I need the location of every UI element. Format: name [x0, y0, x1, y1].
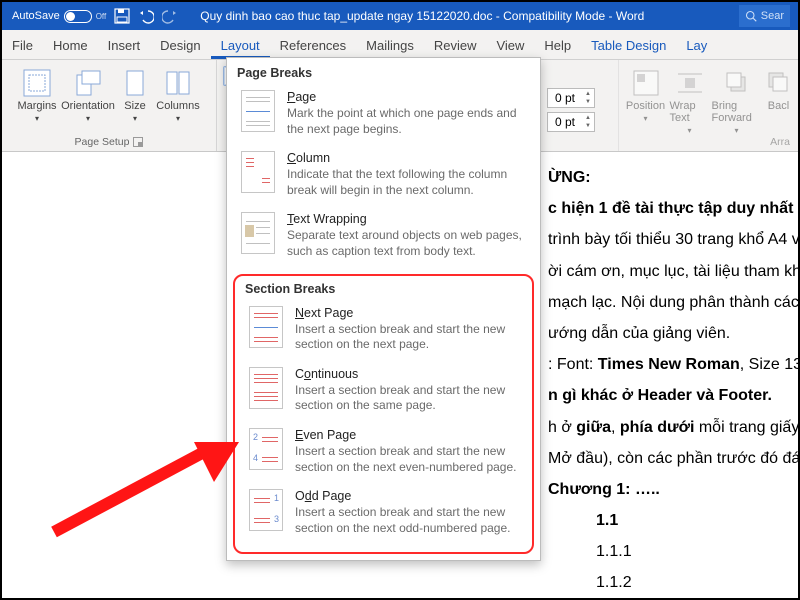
- tab-review[interactable]: Review: [424, 32, 487, 59]
- break-even-page[interactable]: 2 4 Even Page Insert a section break and…: [235, 424, 532, 485]
- tab-design[interactable]: Design: [150, 32, 210, 59]
- group-arrange: Arra: [770, 136, 792, 149]
- doc-line: 1.1.1: [548, 536, 792, 567]
- stepper-arrows-icon[interactable]: ▲▼: [582, 90, 594, 106]
- tab-mailings[interactable]: Mailings: [356, 32, 424, 59]
- doc-line: 1.1: [548, 505, 792, 536]
- doc-line: trình bày tối thiểu 30 trang khổ A4 và: [548, 224, 792, 255]
- page-setup-launcher-icon[interactable]: [133, 137, 143, 147]
- doc-line: n gì khác ở Header và Footer.: [548, 380, 792, 411]
- search-placeholder: Sear: [761, 10, 784, 22]
- bring-forward-button[interactable]: Bring Forward▾: [712, 64, 762, 135]
- tab-file[interactable]: File: [2, 32, 43, 59]
- autosave-label: AutoSave: [12, 10, 60, 22]
- break-next-page[interactable]: Next Page Insert a section break and sta…: [235, 302, 532, 363]
- autosave-state: Off: [96, 12, 107, 21]
- tab-help[interactable]: Help: [534, 32, 581, 59]
- doc-line: Chương 1: …..: [548, 474, 792, 505]
- doc-line: h ở giữa, phía dưới mỗi trang giấy.: [548, 412, 792, 443]
- page-breaks-heading: Page Breaks: [227, 58, 540, 86]
- doc-line: ướng dẫn của giảng viên.: [548, 318, 792, 349]
- bring-forward-icon: [722, 68, 752, 98]
- group-page-setup: Page Setup: [75, 136, 144, 149]
- doc-line: ỪNG:: [548, 162, 792, 193]
- title-bar: AutoSave Off Quy dinh bao cao thuc tap_u…: [2, 2, 798, 30]
- break-page[interactable]: Page Mark the point at which one page en…: [227, 86, 540, 147]
- break-odd-page[interactable]: 1 3 Odd Page Insert a section break and …: [235, 485, 532, 546]
- break-text-wrapping[interactable]: Text Wrapping Separate text around objec…: [227, 208, 540, 269]
- continuous-break-icon: [249, 367, 283, 409]
- search-box[interactable]: Sear: [739, 5, 790, 27]
- autosave-toggle[interactable]: AutoSave Off: [12, 10, 106, 23]
- doc-line: c hiện 1 đề tài thực tập duy nhất: [548, 193, 792, 224]
- next-page-break-icon: [249, 306, 283, 348]
- document-body[interactable]: ỪNG: c hiện 1 đề tài thực tập duy nhất t…: [542, 152, 798, 598]
- doc-line: ời cám ơn, mục lục, tài liệu tham khả: [548, 256, 792, 287]
- tab-references[interactable]: References: [270, 32, 356, 59]
- margins-button[interactable]: Margins▾: [16, 64, 58, 123]
- orientation-button[interactable]: Orientation▾: [60, 64, 116, 123]
- odd-page-break-icon: 1 3: [249, 489, 283, 531]
- column-break-icon: [241, 151, 275, 193]
- send-backward-icon: [764, 68, 794, 98]
- spacing-before-input[interactable]: ▲▼: [547, 88, 595, 108]
- doc-line: 1.1.2: [548, 567, 792, 598]
- position-icon: [631, 68, 661, 98]
- page-break-icon: [241, 90, 275, 132]
- wrap-text-icon: [675, 68, 705, 98]
- tab-layout[interactable]: Layout: [211, 32, 270, 59]
- tab-table-layout[interactable]: Lay: [676, 32, 717, 59]
- orientation-icon: [73, 68, 103, 98]
- size-icon: [120, 68, 150, 98]
- doc-line: : Font: Times New Roman, Size 13,: [548, 349, 792, 380]
- size-button[interactable]: Size▾: [118, 64, 152, 123]
- position-button[interactable]: Position▾: [624, 64, 668, 135]
- ribbon-tabs: File Home Insert Design Layout Reference…: [2, 30, 798, 60]
- doc-line: Mở đầu), còn các phần trước đó đánh s: [548, 443, 792, 474]
- spacing-after-input[interactable]: ▲▼: [547, 112, 595, 132]
- margins-icon: [22, 68, 52, 98]
- break-continuous[interactable]: Continuous Insert a section break and st…: [235, 363, 532, 424]
- search-icon: [745, 10, 757, 22]
- save-icon[interactable]: [114, 8, 130, 24]
- stepper-arrows-icon[interactable]: ▲▼: [582, 114, 594, 130]
- document-title: Quy dinh bao cao thuc tap_update ngay 15…: [200, 9, 644, 23]
- redo-icon[interactable]: [162, 8, 178, 24]
- breaks-dropdown: Page Breaks Page Mark the point at which…: [226, 57, 541, 561]
- columns-button[interactable]: Columns▾: [154, 64, 202, 123]
- tab-home[interactable]: Home: [43, 32, 98, 59]
- section-breaks-highlight: Section Breaks Next Page Insert a sectio…: [233, 274, 534, 555]
- text-wrap-break-icon: [241, 212, 275, 254]
- columns-icon: [163, 68, 193, 98]
- tab-table-design[interactable]: Table Design: [581, 32, 676, 59]
- wrap-text-button[interactable]: Wrap Text▾: [670, 64, 710, 135]
- annotation-arrow-icon: [44, 422, 244, 542]
- toggle-off-icon: [64, 10, 92, 23]
- send-backward-button[interactable]: Bacl: [764, 64, 794, 135]
- even-page-break-icon: 2 4: [249, 428, 283, 470]
- tab-insert[interactable]: Insert: [98, 32, 151, 59]
- break-column[interactable]: Column Indicate that the text following …: [227, 147, 540, 208]
- tab-view[interactable]: View: [486, 32, 534, 59]
- undo-icon[interactable]: [138, 8, 154, 24]
- section-breaks-heading: Section Breaks: [235, 276, 532, 302]
- doc-line: mạch lạc. Nội dung phân thành các ch: [548, 287, 792, 318]
